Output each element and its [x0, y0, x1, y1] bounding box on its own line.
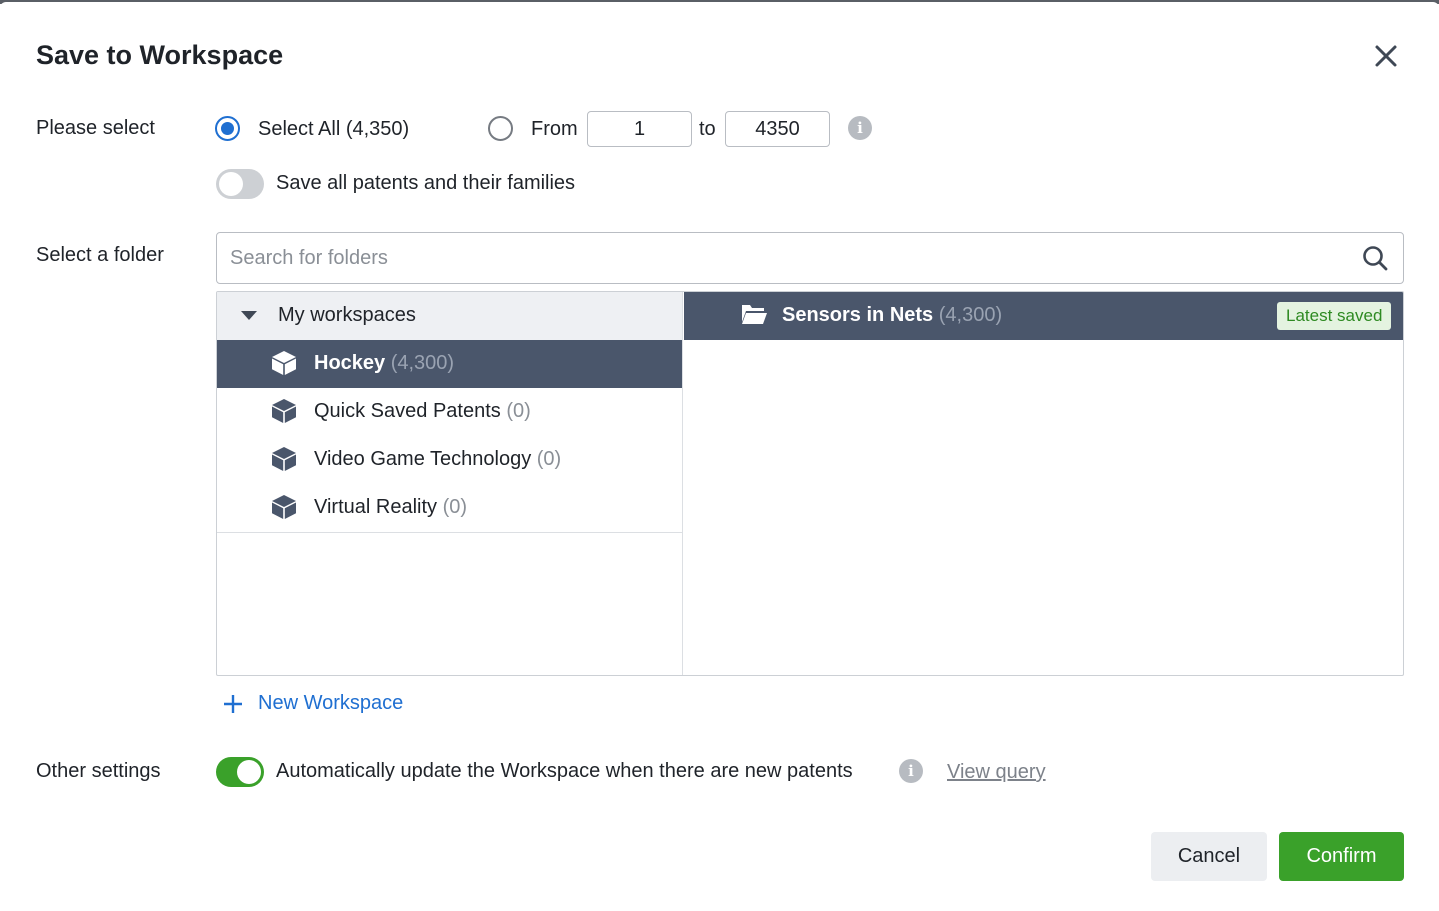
range-to-input[interactable]: [725, 111, 830, 147]
subfolder-name: Sensors in Nets: [782, 304, 933, 326]
auto-update-info-icon[interactable]: i: [899, 759, 923, 783]
confirm-button[interactable]: Confirm: [1279, 832, 1404, 881]
select-all-label: Select All (4,350): [258, 118, 409, 141]
range-info-icon[interactable]: i: [848, 116, 872, 140]
range-from-input[interactable]: [587, 111, 692, 147]
select-all-radio[interactable]: [215, 116, 240, 141]
workspace-item-hockey[interactable]: Hockey (4,300): [217, 340, 682, 388]
toggle-knob: [219, 172, 243, 196]
folder-search-box: [216, 232, 1404, 284]
plus-icon: [222, 693, 244, 715]
workspace-name: Quick Saved Patents: [314, 400, 501, 422]
workspace-cube-icon: [271, 446, 297, 472]
folder-browser: My workspaces Hockey (4,300) Quick Saved…: [216, 291, 1404, 676]
workspace-item-quick-saved[interactable]: Quick Saved Patents (0): [217, 388, 682, 436]
families-toggle-label: Save all patents and their families: [276, 172, 575, 195]
folder-search-input[interactable]: [230, 233, 1350, 283]
families-toggle[interactable]: [216, 169, 264, 199]
workspace-name: Video Game Technology: [314, 448, 531, 470]
workspace-count: (4,300): [391, 352, 454, 374]
save-to-workspace-dialog: Save to Workspace Please select Select A…: [0, 2, 1439, 911]
workspace-count: (0): [443, 496, 467, 518]
to-label: to: [699, 118, 716, 141]
cancel-button[interactable]: Cancel: [1151, 832, 1267, 881]
auto-update-label: Automatically update the Workspace when …: [276, 760, 853, 783]
workspace-cube-icon: [271, 350, 297, 376]
view-query-link[interactable]: View query: [947, 761, 1046, 784]
subfolder-count: (4,300): [939, 304, 1002, 326]
my-workspaces-header[interactable]: My workspaces: [217, 292, 682, 340]
workspace-item-video-game[interactable]: Video Game Technology (0): [217, 436, 682, 484]
caret-down-icon: [241, 311, 257, 320]
workspace-name: Virtual Reality: [314, 496, 437, 518]
workspace-name: Hockey: [314, 352, 385, 374]
latest-saved-badge: Latest saved: [1277, 302, 1391, 330]
workspace-count: (0): [506, 400, 530, 422]
auto-update-toggle[interactable]: [216, 757, 264, 787]
workspace-list: My workspaces Hockey (4,300) Quick Saved…: [217, 292, 683, 675]
workspace-cube-icon: [271, 494, 297, 520]
other-settings-label: Other settings: [36, 760, 161, 783]
search-icon[interactable]: [1361, 244, 1389, 272]
group-label: My workspaces: [278, 304, 416, 327]
range-radio[interactable]: [488, 116, 513, 141]
workspace-cube-icon: [271, 398, 297, 424]
select-folder-label: Select a folder: [36, 244, 164, 267]
workspace-item-virtual-reality[interactable]: Virtual Reality (0): [217, 484, 682, 532]
toggle-knob: [237, 760, 261, 784]
subfolder-item-sensors-in-nets[interactable]: Sensors in Nets (4,300) Latest saved: [684, 292, 1404, 340]
dialog-title: Save to Workspace: [36, 40, 283, 71]
close-icon: [1370, 40, 1402, 72]
from-label: From: [531, 118, 578, 141]
workspace-count: (0): [537, 448, 561, 470]
list-divider: [217, 532, 682, 533]
folder-open-icon: [740, 302, 768, 326]
please-select-label: Please select: [36, 117, 155, 140]
new-workspace-label: New Workspace: [258, 692, 403, 715]
close-button[interactable]: [1370, 40, 1402, 72]
